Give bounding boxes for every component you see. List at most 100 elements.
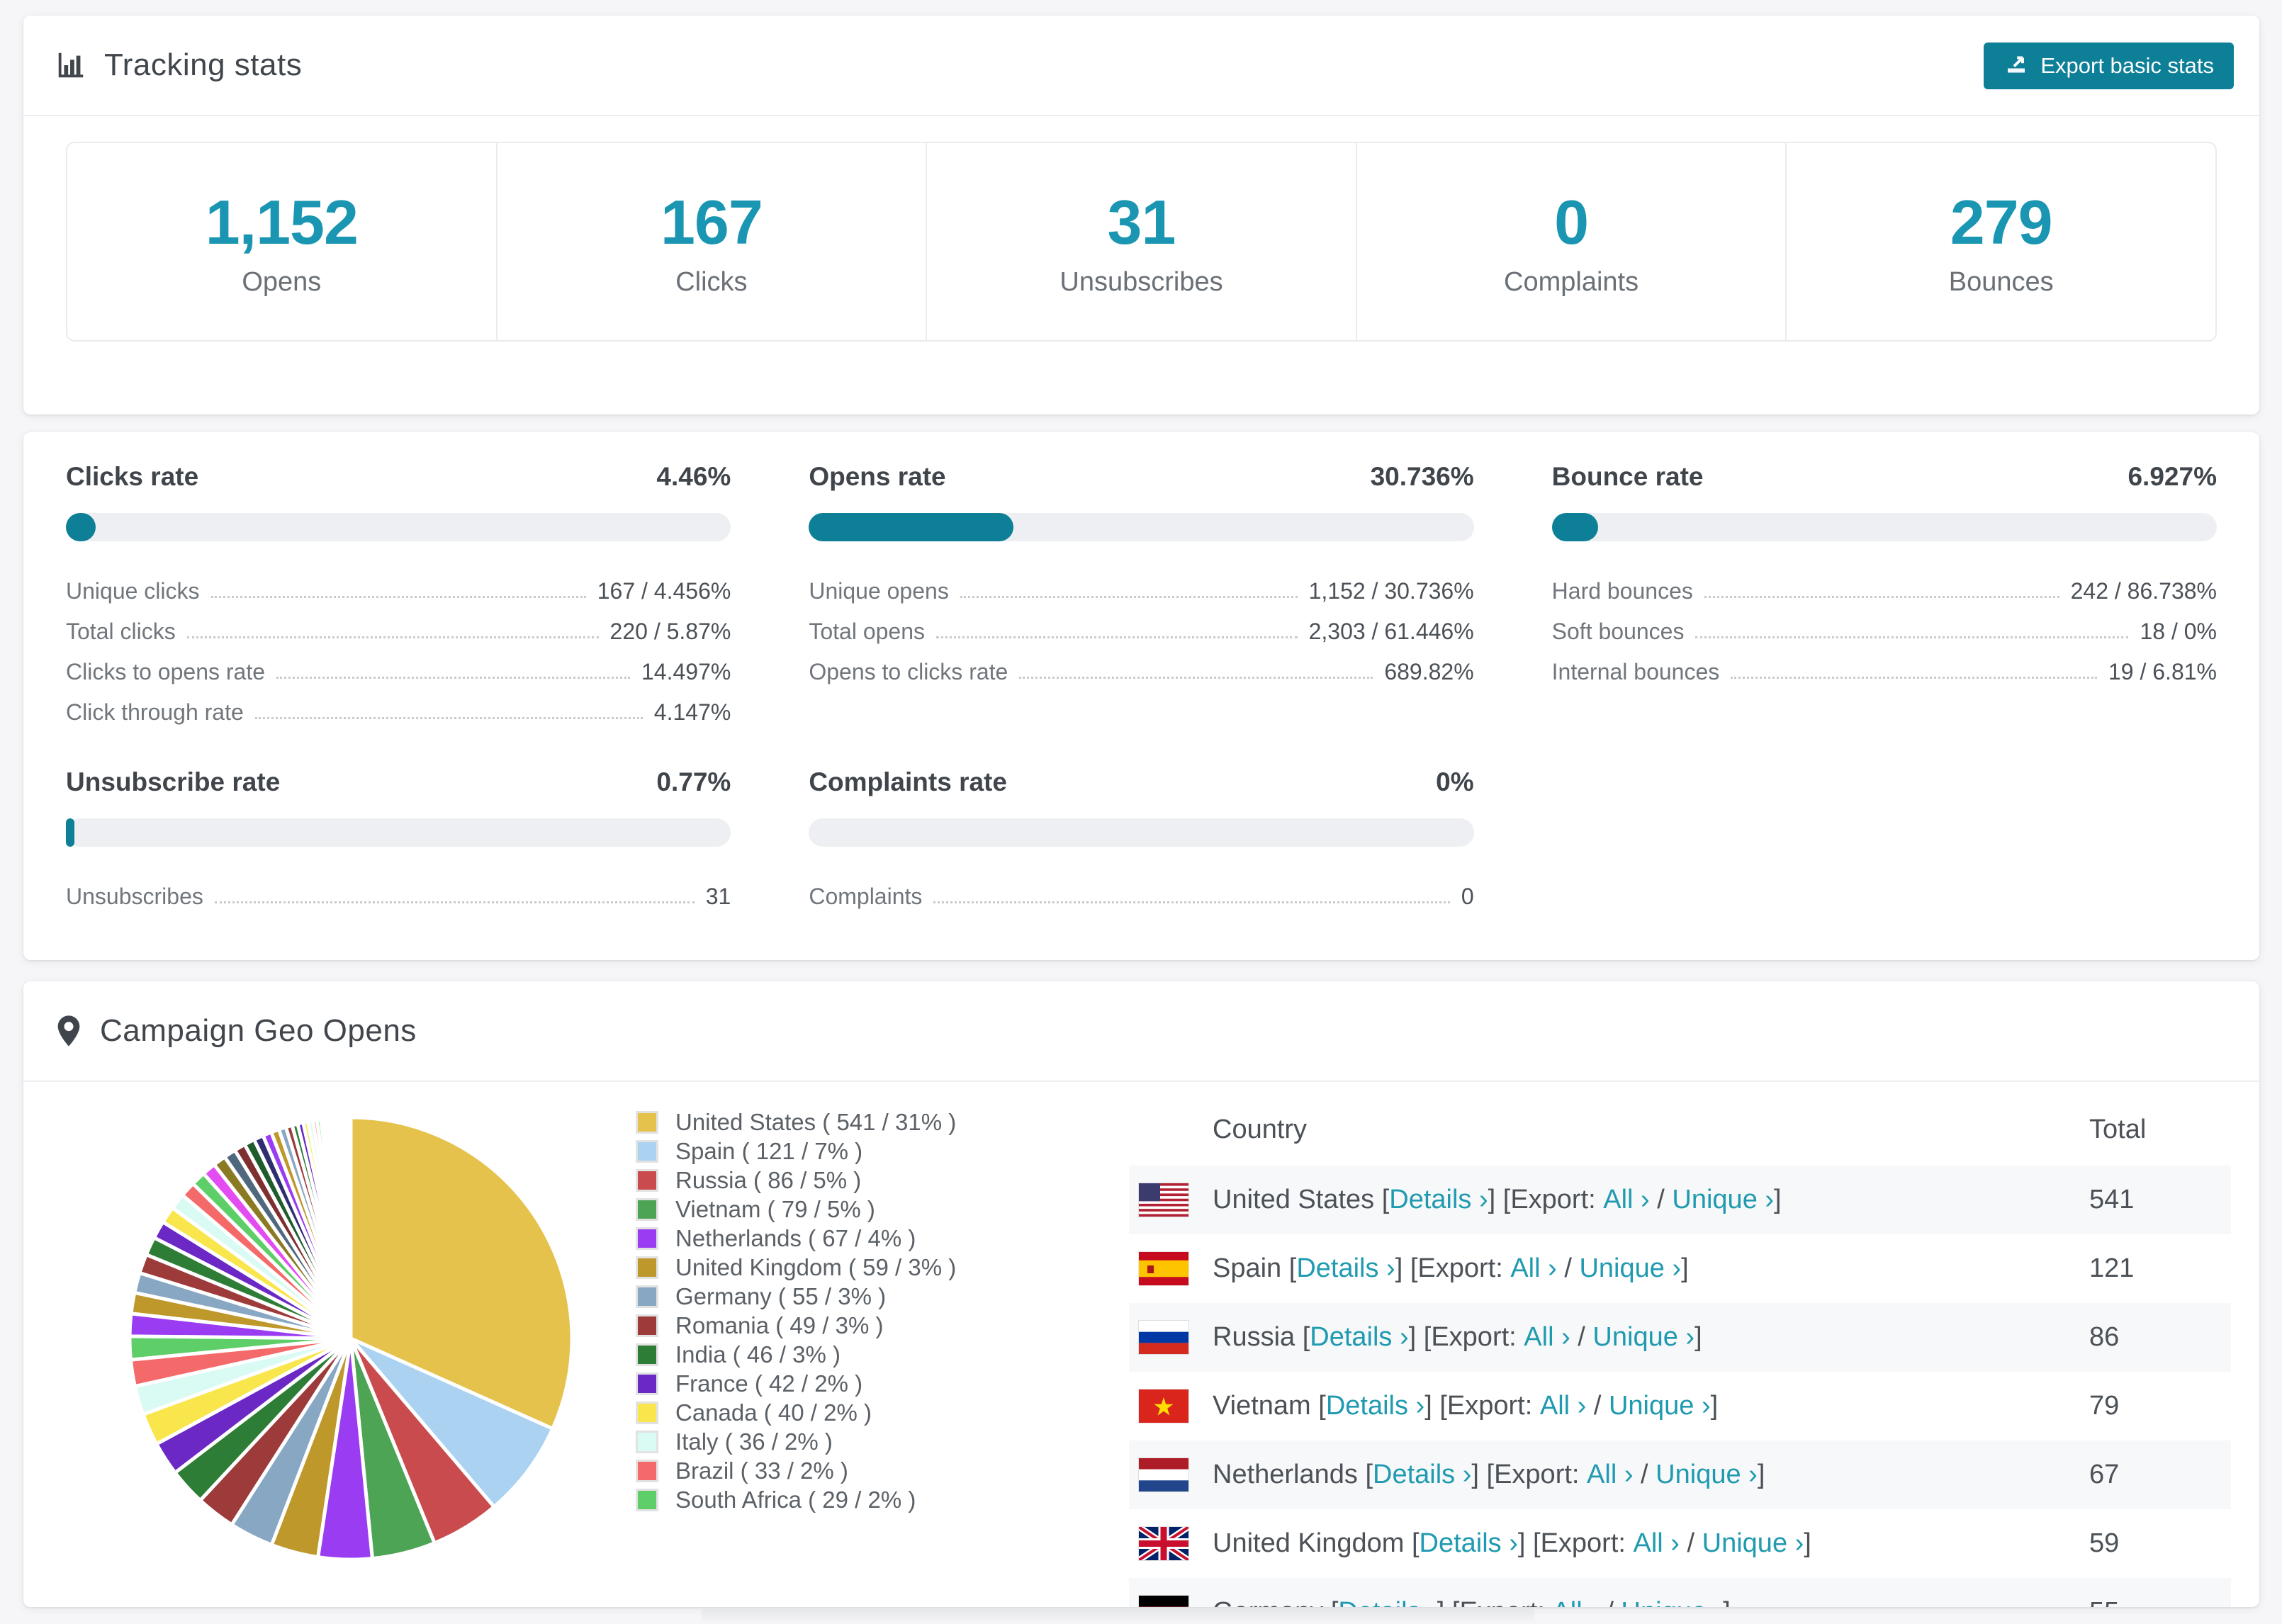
legend-label: Russia ( 86 / 5% ) <box>675 1166 862 1193</box>
export-all-link[interactable]: All › <box>1587 1460 1633 1490</box>
dotted-leader <box>1019 677 1373 679</box>
legend-item-united-states[interactable]: United States ( 541 / 31% ) <box>636 1107 1089 1137</box>
stat-cell-unsubscribes: 31 Unsubscribes <box>926 143 1356 340</box>
legend-item-germany[interactable]: Germany ( 55 / 3% ) <box>636 1282 1089 1311</box>
geo-table: Country Total United States [Details ›] … <box>1129 1093 2231 1607</box>
background-shadow <box>702 1608 1534 1624</box>
export-icon <box>2003 50 2029 81</box>
legend-item-vietnam[interactable]: Vietnam ( 79 / 5% ) <box>636 1195 1089 1224</box>
rate-row-label: Total opens <box>809 619 925 644</box>
rate-row-label: Internal bounces <box>1551 659 1720 684</box>
slash: / <box>1679 1528 1702 1558</box>
export-unique-link[interactable]: Unique › <box>1621 1597 1724 1607</box>
legend-swatch <box>636 1168 658 1192</box>
rate-row-value: 18 / 0% <box>2140 619 2217 644</box>
rate-row: Unique clicks 167 / 4.456% <box>66 567 731 607</box>
export-unique-link[interactable]: Unique › <box>1656 1460 1758 1490</box>
bracket: [ <box>1310 1391 1326 1421</box>
rate-title: Bounce rate <box>1551 462 1704 491</box>
stat-cell-opens: 1,152 Opens <box>67 143 496 340</box>
legend-item-italy[interactable]: Italy ( 36 / 2% ) <box>636 1427 1089 1456</box>
total-cell: 67 <box>2089 1460 2120 1489</box>
legend-item-netherlands[interactable]: Netherlands ( 67 / 4% ) <box>636 1224 1089 1253</box>
export-all-link[interactable]: All › <box>1540 1391 1586 1421</box>
export-unique-link[interactable]: Unique › <box>1609 1391 1711 1421</box>
slash: / <box>1649 1185 1673 1214</box>
details-link[interactable]: Details › <box>1296 1253 1395 1284</box>
dotted-leader <box>276 677 630 679</box>
geo-table-row-ru: Russia [Details ›] [Export: All › / Uniq… <box>1129 1303 2231 1372</box>
country-cell: Vietnam [Details ›] [Export: All › / Uni… <box>1129 1389 2089 1423</box>
legend-item-russia[interactable]: Russia ( 86 / 5% ) <box>636 1166 1089 1195</box>
rate-rows: Unique clicks 167 / 4.456% Total clicks 220… <box>66 567 731 728</box>
bracket: ] <box>1774 1185 1782 1214</box>
details-link[interactable]: Details › <box>1326 1391 1424 1421</box>
rate-row-value: 1,152 / 30.736% <box>1308 578 1474 604</box>
geo-table-row-nl: Netherlands [Details ›] [Export: All › /… <box>1129 1440 2231 1509</box>
rate-row-value: 242 / 86.738% <box>2070 578 2217 604</box>
geo-table-row-es: Spain [Details ›] [Export: All › / Uniqu… <box>1129 1234 2231 1303</box>
rate-head: Bounce rate 6.927% <box>1552 462 2217 492</box>
rate-block-bounce-rate: Bounce rate 6.927% Hard bounces 242 / 86.73… <box>1551 462 2217 728</box>
legend-swatch <box>636 1139 658 1163</box>
rate-value: 4.46% <box>656 462 731 491</box>
export-all-link[interactable]: All › <box>1603 1185 1649 1215</box>
rate-head: Opens rate 30.736% <box>809 462 1473 492</box>
legend-item-south-africa[interactable]: South Africa ( 29 / 2% ) <box>636 1485 1089 1514</box>
legend-item-spain[interactable]: Spain ( 121 / 7% ) <box>636 1137 1089 1166</box>
export-all-link[interactable]: All › <box>1552 1597 1598 1607</box>
pie-slice-other-46[interactable] <box>348 1115 353 1341</box>
legend-item-romania[interactable]: Romania ( 49 / 3% ) <box>636 1311 1089 1340</box>
details-link[interactable]: Details › <box>1310 1322 1408 1353</box>
bracket: [ <box>1281 1253 1297 1283</box>
details-link[interactable]: Details › <box>1389 1185 1488 1215</box>
bracket: ] [Export: <box>1517 1528 1634 1558</box>
total-cell: 59 <box>2089 1528 2120 1558</box>
legend-label: Netherlands ( 67 / 4% ) <box>675 1224 916 1251</box>
rate-block-unsubscribe-rate: Unsubscribe rate 0.77% Unsubscribes 31 <box>66 767 731 913</box>
column-header-country: Country <box>1213 1114 1308 1144</box>
rate-row: Internal bounces 19 / 6.81% <box>1552 648 2217 688</box>
legend-swatch <box>636 1285 658 1308</box>
legend-swatch <box>636 1459 658 1482</box>
campaign-geo-opens-card: Campaign Geo Opens United States ( 541 /… <box>23 981 2259 1607</box>
rate-block-clicks-rate: Clicks rate 4.46% Unique clicks 167 / 4.456… <box>66 462 731 728</box>
details-link[interactable]: Details › <box>1420 1528 1518 1559</box>
country-name: United States <box>1213 1185 1375 1214</box>
legend-item-india[interactable]: India ( 46 / 3% ) <box>636 1340 1089 1369</box>
legend-item-france[interactable]: France ( 42 / 2% ) <box>636 1369 1089 1398</box>
rate-row: Opens to clicks rate 689.82% <box>809 648 1473 688</box>
bracket: ] <box>1681 1253 1689 1283</box>
flag-vn-icon <box>1138 1389 1189 1423</box>
rate-row-label: Total clicks <box>66 619 176 644</box>
country-cell: United States [Details ›] [Export: All ›… <box>1129 1183 2089 1217</box>
details-link[interactable]: Details › <box>1338 1597 1437 1607</box>
export-button-label: Export basic stats <box>2040 53 2214 78</box>
export-all-link[interactable]: All › <box>1524 1322 1570 1353</box>
legend-item-canada[interactable]: Canada ( 40 / 2% ) <box>636 1398 1089 1427</box>
total-cell: 86 <box>2089 1322 2120 1352</box>
legend-label: Germany ( 55 / 3% ) <box>675 1282 887 1309</box>
export-basic-stats-button[interactable]: Export basic stats <box>1984 43 2234 89</box>
export-unique-link[interactable]: Unique › <box>1579 1253 1681 1284</box>
legend-item-brazil[interactable]: Brazil ( 33 / 2% ) <box>636 1456 1089 1485</box>
export-all-link[interactable]: All › <box>1634 1528 1680 1559</box>
rate-row-label: Unique opens <box>809 578 949 604</box>
rate-row-label: Complaints <box>809 884 923 909</box>
export-unique-link[interactable]: Unique › <box>1592 1322 1694 1353</box>
export-unique-link[interactable]: Unique › <box>1702 1528 1804 1559</box>
legend-swatch <box>636 1430 658 1453</box>
bracket: [ <box>1357 1460 1373 1489</box>
slash: / <box>1586 1391 1609 1421</box>
bracket: [ <box>1323 1597 1339 1607</box>
legend-label: Canada ( 40 / 2% ) <box>675 1399 872 1426</box>
rate-row-value: 31 <box>705 884 731 909</box>
legend-label: France ( 42 / 2% ) <box>675 1370 863 1397</box>
details-link[interactable]: Details › <box>1373 1460 1471 1490</box>
dotted-leader <box>214 901 695 903</box>
export-all-link[interactable]: All › <box>1510 1253 1556 1284</box>
export-unique-link[interactable]: Unique › <box>1672 1185 1774 1215</box>
legend-item-united-kingdom[interactable]: United Kingdom ( 59 / 3% ) <box>636 1253 1089 1282</box>
dotted-leader <box>960 596 1298 598</box>
stat-value: 1,152 <box>205 186 359 257</box>
